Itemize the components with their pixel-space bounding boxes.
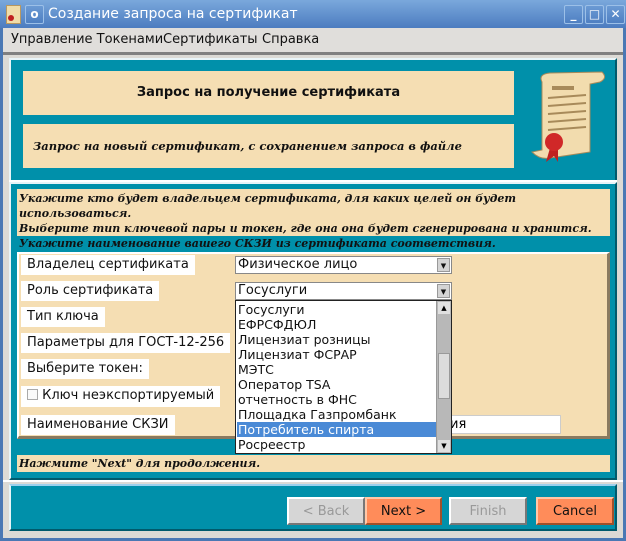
page-subtitle: Запрос на новый сертификат, с сохранение… <box>23 124 514 197</box>
close-button[interactable]: ✕ <box>606 5 625 24</box>
key-type-label: Тип ключа <box>21 307 105 327</box>
dropdown-option[interactable]: Росреестр <box>237 437 436 452</box>
cancel-button[interactable]: Cancel <box>536 497 614 525</box>
chevron-down-icon[interactable]: ▼ <box>437 258 450 272</box>
dropdown-option-highlighted[interactable]: Потребитель спирта <box>237 422 436 437</box>
dropdown-option[interactable]: Оператор TSA <box>237 377 436 392</box>
token-label: Выберите токен: <box>21 359 149 379</box>
dropdown-option[interactable]: отчетность в ФНС <box>237 392 436 407</box>
gost-params-label: Параметры для ГОСТ-12-256 <box>21 333 231 353</box>
owner-select[interactable]: Физическое лицо ▼ <box>235 256 452 274</box>
nonexportable-label: Ключ неэкспортируемый <box>42 388 215 403</box>
instruction-line: Укажите наименование вашего СКЗИ из серт… <box>19 237 496 250</box>
menu-help[interactable]: Справка <box>262 32 319 47</box>
window-menu-icon[interactable]: o <box>25 5 44 24</box>
finish-button[interactable]: Finish <box>449 497 527 525</box>
nonexportable-checkbox-row[interactable]: Ключ неэкспортируемый <box>21 386 221 407</box>
certificate-scroll-icon <box>530 71 606 162</box>
dropdown-option[interactable]: Площадка Газпромбанк <box>237 407 436 422</box>
owner-label: Владелец сертификата <box>21 255 195 275</box>
role-dropdown-list[interactable]: Госуслуги ЕФРСФДЮЛ Лицензиат розницы Лиц… <box>235 300 452 454</box>
dropdown-option[interactable]: МЭТС <box>237 362 436 377</box>
dropdown-option[interactable]: Лицензиат ФСРАР <box>237 347 436 362</box>
role-select[interactable]: Госуслуги ▼ <box>235 282 452 300</box>
maximize-button[interactable]: □ <box>585 5 604 24</box>
dropdown-option[interactable]: Госуслуги <box>237 302 436 317</box>
back-button[interactable]: < Back <box>287 497 365 525</box>
instructions: Укажите кто будет владельцем сертификата… <box>17 189 610 250</box>
footer-note: Нажмите "Next" для продолжения. <box>17 455 610 472</box>
app-certificate-icon <box>6 5 21 24</box>
scrollbar-thumb[interactable] <box>438 353 450 399</box>
divider <box>3 52 623 55</box>
minimize-button[interactable]: _ <box>564 5 583 24</box>
skzi-input-value: ия <box>450 417 467 432</box>
chevron-down-icon[interactable]: ▼ <box>437 284 450 298</box>
dropdown-option[interactable]: Лицензиат розницы <box>237 332 436 347</box>
role-label: Роль сертификата <box>21 281 160 301</box>
instruction-line: Укажите кто будет владельцем сертификата… <box>19 192 517 220</box>
nonexportable-checkbox[interactable] <box>27 389 38 400</box>
owner-select-value: Физическое лицо <box>238 257 358 272</box>
instruction-line: Выберите тип ключевой пары и токен, где … <box>19 222 592 235</box>
next-button[interactable]: Next > <box>365 497 442 525</box>
dropdown-scrollbar[interactable]: ▲ ▼ <box>436 301 451 453</box>
scroll-up-icon[interactable]: ▲ <box>438 302 450 314</box>
button-panel: < Back Next > Finish Cancel <box>9 484 617 531</box>
divider <box>3 480 623 482</box>
scroll-down-icon[interactable]: ▼ <box>438 440 450 452</box>
page-title: Запрос на получение сертификата <box>23 71 514 115</box>
menu-certificates[interactable]: Сертификаты <box>163 32 258 47</box>
skzi-label: Наименование СКЗИ <box>21 415 175 435</box>
title-bar[interactable]: o Создание запроса на сертификат _ □ ✕ <box>0 0 626 28</box>
menu-bar: Управление Токенами Сертификаты Справка <box>3 28 623 52</box>
role-select-value: Госуслуги <box>238 283 308 298</box>
menu-token-management[interactable]: Управление Токенами <box>11 32 163 47</box>
window-title: Создание запроса на сертификат <box>48 6 298 22</box>
dropdown-option[interactable]: ЕФРСФДЮЛ <box>237 317 436 332</box>
